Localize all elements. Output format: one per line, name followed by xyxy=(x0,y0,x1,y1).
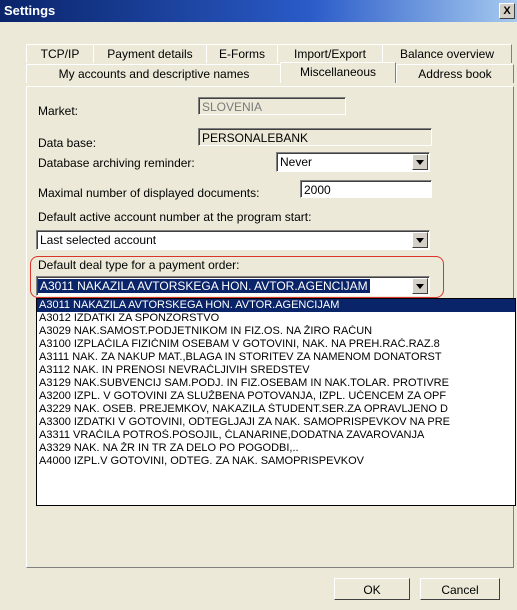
dropdown-option[interactable]: A3011 NAKAZILA AVTORSKEGA HON. AVTOR.AGE… xyxy=(37,299,515,312)
archiving-value: Never xyxy=(280,155,313,169)
tab-import-export[interactable]: Import/Export xyxy=(277,44,383,63)
default-account-value: Last selected account xyxy=(40,233,157,247)
dropdown-option[interactable]: A3112 NAK. IN PRENOSI NEVRAČLJIVIH SREDS… xyxy=(37,364,515,377)
settings-window: Settings X TCP/IP Payment details E-Form… xyxy=(0,0,517,610)
close-button[interactable]: X xyxy=(499,3,515,19)
market-label: Market: xyxy=(38,104,79,118)
dropdown-option[interactable]: A3329 NAK. NA ŽR IN TR ZA DELO PO POGODB… xyxy=(37,442,515,455)
tab-tcp-ip[interactable]: TCP/IP xyxy=(26,44,94,63)
tab-payment-details[interactable]: Payment details xyxy=(93,44,207,63)
default-account-select[interactable]: Last selected account xyxy=(36,230,430,250)
dropdown-option[interactable]: A3229 NAK. OSEB. PREJEMKOV, NAKAZILA ŠTU… xyxy=(37,403,515,416)
tab-balance-overview[interactable]: Balance overview xyxy=(382,44,512,63)
chevron-down-icon[interactable] xyxy=(412,154,428,170)
tab-miscellaneous[interactable]: Miscellaneous xyxy=(280,62,396,83)
dropdown-option[interactable]: A3300 IZDATKI V GOTOVINI, ODTEGLJAJI ZA … xyxy=(37,416,515,429)
deal-type-dropdown-list[interactable]: A3011 NAKAZILA AVTORSKEGA HON. AVTOR.AGE… xyxy=(36,298,516,506)
archiving-label: Database archiving reminder: xyxy=(38,156,195,170)
archiving-select[interactable]: Never xyxy=(276,152,430,172)
dropdown-option[interactable]: A3100 IZPLAČILA FIZIČNIM OSEBAM V GOTOVI… xyxy=(37,338,515,351)
dropdown-option[interactable]: A3029 NAK.SAMOST.PODJETNIKOM IN FIZ.OS. … xyxy=(37,325,515,338)
dropdown-option[interactable]: A3111 NAK. ZA NAKUP MAT.,BLAGA IN STORIT… xyxy=(37,351,515,364)
deal-type-label: Default deal type for a payment order: xyxy=(38,258,240,272)
chevron-down-icon[interactable] xyxy=(412,232,428,248)
deal-type-select[interactable]: A3011 NAKAZILA AVTORSKEGA HON. AVTOR.AGE… xyxy=(36,276,430,296)
default-account-label: Default active account number at the pro… xyxy=(38,210,312,224)
deal-type-value: A3011 NAKAZILA AVTORSKEGA HON. AVTOR.AGE… xyxy=(38,279,370,293)
dropdown-option[interactable]: A3200 IZPL. V GOTOVINI ZA SLUŽBENA POTOV… xyxy=(37,390,515,403)
database-label: Data base: xyxy=(38,136,97,150)
title-bar[interactable]: Settings X xyxy=(0,0,517,22)
max-docs-field[interactable]: 2000 xyxy=(300,180,432,198)
tab-e-forms[interactable]: E-Forms xyxy=(206,44,278,63)
market-field: SLOVENIA xyxy=(198,97,346,115)
chevron-down-icon[interactable] xyxy=(412,278,428,294)
dropdown-option[interactable]: A4000 IZPL.V GOTOVINI, ODTEG. ZA NAK. SA… xyxy=(37,455,515,468)
ok-button[interactable]: OK xyxy=(334,578,410,600)
window-title: Settings xyxy=(4,3,56,18)
dropdown-option[interactable]: A3012 IZDATKI ZA SPONZORSTVO xyxy=(37,312,515,325)
tab-my-accounts[interactable]: My accounts and descriptive names xyxy=(26,64,282,83)
dropdown-option[interactable]: A3311 VRAČILA POTROŠ.POSOJIL, ČLANARINE,… xyxy=(37,429,515,442)
tab-address-book[interactable]: Address book xyxy=(396,64,514,83)
database-field: PERSONALEBANK xyxy=(198,128,432,146)
dropdown-option[interactable]: A3129 NAK.SUBVENCIJ SAM.PODJ. IN FIZ.OSE… xyxy=(37,377,515,390)
cancel-button[interactable]: Cancel xyxy=(420,578,500,600)
max-docs-label: Maximal number of displayed documents: xyxy=(38,186,260,200)
